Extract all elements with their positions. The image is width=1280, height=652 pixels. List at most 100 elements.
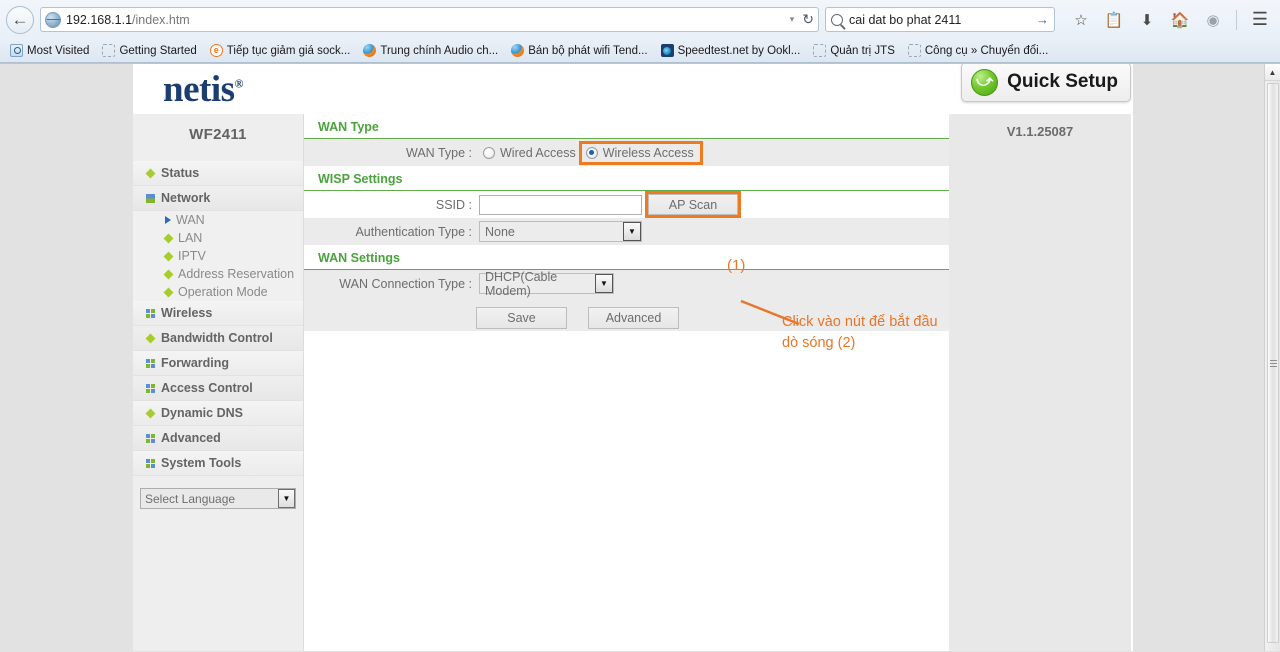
wan-type-radio-group: Wired Access Wireless Access <box>479 140 703 165</box>
bookmark-item[interactable]: Most Visited <box>5 43 94 58</box>
sidebar-item-status[interactable]: Status <box>133 161 303 186</box>
ap-scan-button[interactable]: AP Scan <box>645 191 741 218</box>
sidebar-item-iptv[interactable]: IPTV <box>133 247 303 265</box>
quad-icon <box>146 458 155 468</box>
globe-icon <box>45 11 61 28</box>
authentication-type-value: None <box>485 224 515 239</box>
reload-icon[interactable]: ↻ <box>802 11 814 28</box>
sidebar-item-label: Dynamic DNS <box>161 406 243 420</box>
back-button[interactable]: ← <box>6 5 34 34</box>
sidebar-item-access-control[interactable]: Access Control <box>133 376 303 401</box>
authentication-type-select[interactable]: None ▼ <box>479 221 642 242</box>
menu-icon[interactable]: ☰ <box>1250 9 1270 30</box>
search-icon <box>831 13 843 26</box>
sidebar-item-dynamic-dns[interactable]: Dynamic DNS <box>133 401 303 426</box>
bookmark-item[interactable]: e Tiếp tục giảm giá sock... <box>205 43 356 58</box>
dotted-placeholder-icon <box>102 44 116 57</box>
navigation-bar: ← 192.168.1.1/index.htm ▾ ↻ cai dat bo p… <box>0 0 1280 39</box>
diamond-icon <box>163 233 174 243</box>
ssid-input[interactable] <box>479 194 642 215</box>
advanced-button[interactable]: Advanced <box>588 306 679 329</box>
diamond-icon <box>145 408 156 418</box>
toolbar-divider <box>1236 9 1237 30</box>
sidebar-item-forwarding[interactable]: Forwarding <box>133 351 303 376</box>
back-arrow-icon: ← <box>11 10 29 29</box>
bookmark-label: Tiếp tục giảm giá sock... <box>226 44 351 57</box>
scroll-up-arrow-icon[interactable]: ▲ <box>1265 64 1280 81</box>
diamond-icon <box>163 251 174 261</box>
wan-connection-type-select[interactable]: DHCP(Cable Modem) ▼ <box>479 270 614 298</box>
bookmark-label: Getting Started <box>119 44 197 57</box>
sidebar-item-label: IPTV <box>178 249 206 263</box>
bookmarks-bar: Most Visited Getting Started e Tiếp tục … <box>0 39 1280 63</box>
annotation-step-1: (1) <box>727 257 746 274</box>
device-model-label: WF2411 <box>189 126 247 143</box>
sidebar-item-label: System Tools <box>161 456 242 470</box>
bookmark-label: Bán bộ phát wifi Tend... <box>528 44 648 57</box>
quick-setup-label: Quick Setup <box>1007 71 1118 92</box>
scrollbar-thumb[interactable] <box>1267 83 1279 643</box>
radio-wired-access[interactable]: Wired Access <box>479 144 582 162</box>
sidebar-item-lan[interactable]: LAN <box>133 229 303 247</box>
bookmark-item[interactable]: Công cụ » Chuyển đổi... <box>903 43 1053 58</box>
bookmark-item[interactable]: Speedtest.net by Ookl... <box>656 43 806 58</box>
bookmark-star-icon[interactable]: ☆ <box>1071 10 1091 30</box>
sidebar-item-advanced[interactable]: Advanced <box>133 426 303 451</box>
speedtest-icon <box>660 44 674 57</box>
address-bar[interactable]: 192.168.1.1/index.htm ▾ ↻ <box>40 7 819 32</box>
quad-icon <box>146 308 155 318</box>
sidebar-item-label: Network <box>161 191 211 205</box>
home-icon[interactable]: 🏠 <box>1170 10 1190 30</box>
bars-icon <box>146 193 155 203</box>
quad-icon <box>146 433 155 443</box>
url-text: 192.168.1.1/index.htm <box>66 12 190 27</box>
netis-logo: netis® <box>163 69 244 110</box>
sidebar-item-system-tools[interactable]: System Tools <box>133 451 303 476</box>
bookmark-label: Most Visited <box>27 44 90 57</box>
ssid-label: SSID : <box>435 197 472 212</box>
language-selector[interactable]: Select Language ▼ <box>140 488 296 509</box>
sidebar-item-bandwidth-control[interactable]: Bandwidth Control <box>133 326 303 351</box>
sidebar-item-label: Status <box>161 166 200 180</box>
radio-icon[interactable] <box>483 146 495 159</box>
most-visited-icon <box>10 44 23 57</box>
radio-label: Wired Access <box>500 145 576 160</box>
green-refresh-icon: ⤻ <box>971 68 999 96</box>
search-go-icon[interactable]: → <box>1036 12 1049 27</box>
sidebar-item-label: Address Reservation <box>178 267 295 281</box>
dotted-placeholder-icon <box>813 44 827 57</box>
sidebar: WF2411 Status Network WAN LAN IPTV Addre… <box>133 114 304 651</box>
firmware-version: V1.1.25087 <box>1006 124 1074 139</box>
registered-mark: ® <box>234 76 244 91</box>
sidebar-item-operation-mode[interactable]: Operation Mode <box>133 283 303 301</box>
chevron-down-icon[interactable]: ▼ <box>595 274 613 293</box>
downloads-icon[interactable]: ⬇ <box>1137 10 1157 30</box>
page-viewport: netis® ⤻ Quick Setup WF2411 Status Netwo… <box>0 64 1280 651</box>
search-bar[interactable]: cai dat bo phat 2411 → <box>825 7 1055 32</box>
reading-list-icon[interactable]: 📋 <box>1104 10 1124 30</box>
sidebar-item-wan[interactable]: WAN <box>133 211 303 229</box>
wan-connection-type-value: DHCP(Cable Modem) <box>485 269 558 298</box>
sidebar-item-network[interactable]: Network <box>133 186 303 211</box>
sync-icon[interactable]: ◉ <box>1203 10 1223 30</box>
row-authentication-type: Authentication Type : None ▼ <box>304 218 949 245</box>
sidebar-item-address-reservation[interactable]: Address Reservation <box>133 265 303 283</box>
content-area: WAN Type WAN Type : Wired Access Wireles… <box>304 114 1133 651</box>
quick-setup-button[interactable]: ⤻ Quick Setup <box>961 64 1131 102</box>
bookmark-item[interactable]: Getting Started <box>97 43 201 58</box>
radio-icon[interactable] <box>585 146 598 159</box>
radio-wireless-access[interactable]: Wireless Access <box>578 140 703 165</box>
address-dropdown-icon[interactable]: ▾ <box>790 14 795 25</box>
search-input[interactable]: cai dat bo phat 2411 <box>849 13 1036 27</box>
bookmark-item[interactable]: Quản trị JTS <box>808 43 900 58</box>
bookmark-item[interactable]: Trung chính Audio ch... <box>358 43 503 58</box>
page-scrollbar[interactable]: ▲ <box>1264 64 1280 651</box>
chevron-down-icon[interactable]: ▼ <box>278 489 295 508</box>
quad-icon <box>146 358 155 368</box>
sidebar-item-wireless[interactable]: Wireless <box>133 301 303 326</box>
save-button[interactable]: Save <box>476 306 567 329</box>
diamond-icon <box>163 269 174 279</box>
app-header: netis® ⤻ Quick Setup <box>133 64 1133 114</box>
bookmark-item[interactable]: Bán bộ phát wifi Tend... <box>506 43 652 58</box>
chevron-down-icon[interactable]: ▼ <box>623 222 641 241</box>
